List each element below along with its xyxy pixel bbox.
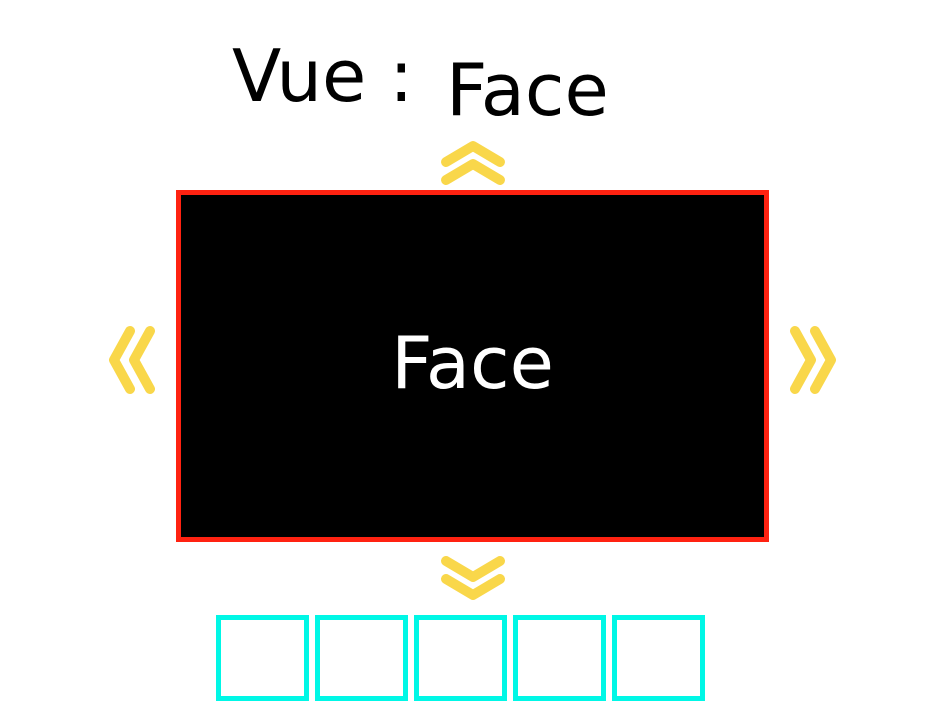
double-chevron-up-icon [441, 141, 505, 185]
slot-2[interactable] [315, 615, 408, 701]
slot-row [216, 615, 706, 701]
slot-1[interactable] [216, 615, 309, 701]
double-chevron-down-icon [441, 556, 505, 600]
slot-3[interactable] [414, 615, 507, 701]
slot-4[interactable] [513, 615, 606, 701]
view-panel: Face [176, 190, 769, 542]
double-chevron-left-icon [109, 326, 155, 394]
current-view-name: Face [446, 48, 609, 132]
view-prefix-label: Vue : [232, 34, 414, 118]
slot-5[interactable] [612, 615, 705, 701]
nav-left-button[interactable] [100, 325, 170, 395]
nav-up-button[interactable] [438, 128, 508, 198]
view-panel-label: Face [391, 321, 554, 405]
nav-right-button[interactable] [775, 325, 845, 395]
view-title: Vue : Face [232, 34, 652, 130]
double-chevron-right-icon [790, 326, 836, 394]
nav-down-button[interactable] [438, 545, 508, 615]
